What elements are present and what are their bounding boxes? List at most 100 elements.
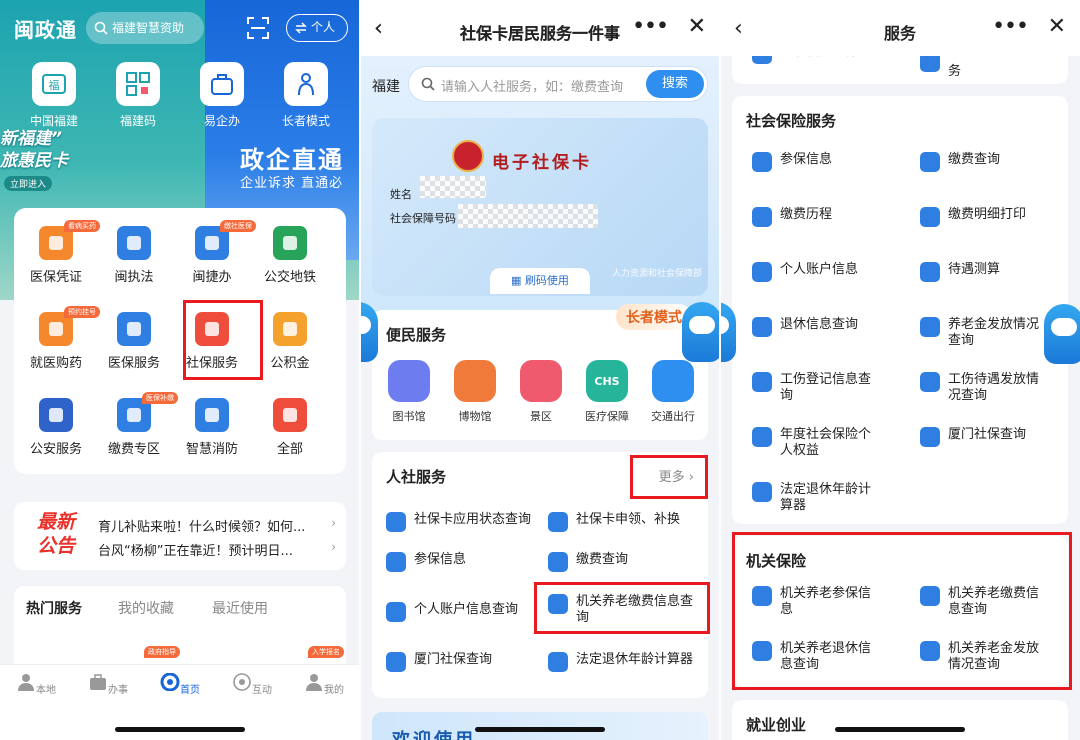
service-label: 务 — [948, 64, 962, 79]
tab-recent[interactable]: 最近使用 — [212, 598, 268, 618]
convenience-item[interactable]: 交通出行 — [640, 360, 706, 424]
service-icon — [386, 552, 406, 572]
convenience-icon — [652, 360, 694, 402]
convenience-icon — [520, 360, 562, 402]
insurance-service-item[interactable]: 工伤登记信息查询 — [752, 372, 872, 404]
chat-icon — [233, 673, 251, 691]
fujian-emblem-icon: 福 — [32, 62, 76, 106]
tab-mine[interactable]: 我的 — [294, 673, 354, 696]
service-icon — [117, 312, 151, 346]
chevron-right-icon: › — [331, 516, 336, 530]
service-grid-item[interactable]: 医保服务 — [94, 312, 174, 371]
insurance-service-item[interactable]: 年度社会保险个人权益 — [752, 427, 872, 459]
insurance-service-item[interactable]: 厦门社保查询 — [920, 427, 1040, 447]
service-grid-item[interactable]: 公交地铁 — [250, 226, 330, 285]
tab-label: 首页 — [180, 685, 200, 696]
tab-home[interactable]: 首页 — [150, 672, 210, 696]
service-label: 工伤登记信息查询 — [780, 372, 872, 403]
masked-id — [458, 204, 598, 228]
insurance-service-item[interactable]: 退休信息查询 — [752, 317, 872, 337]
e-social-security-card[interactable]: 电子社保卡 姓名 社会保障号码 ▦ 刷码使用 人力资源和社会保障部 — [372, 118, 708, 296]
insurance-service-item[interactable]: 缴费查询 — [920, 152, 1040, 172]
briefcase-icon — [90, 674, 106, 690]
search-button[interactable]: 搜索 — [646, 70, 704, 98]
service-grid-item[interactable]: 缴社医保 闽捷办 — [172, 220, 256, 285]
insurance-service-item[interactable]: 养老金发放情况查询 — [920, 317, 1040, 349]
service-grid-item[interactable]: 预约挂号 就医购药 — [16, 306, 100, 371]
close-icon[interactable]: ✕ — [1048, 14, 1066, 39]
tab-hot[interactable]: 热门服务 — [26, 598, 82, 618]
convenience-item[interactable]: 博物馆 — [442, 360, 508, 424]
hot-services-card: 热门服务 我的收藏 最近使用 政府指导 入学报名 — [14, 586, 346, 676]
quick-fujian-code[interactable]: 福建码 — [108, 62, 168, 129]
service-label: 闽执法 — [114, 270, 154, 285]
banner-right-title[interactable]: 政企直通 — [240, 140, 344, 175]
svg-text:福: 福 — [49, 78, 60, 92]
insurance-service-item[interactable]: 缴费明细打印 — [920, 207, 1040, 227]
elder-mode-button[interactable]: 长者模式 — [616, 304, 692, 330]
hr-service-item[interactable]: 厦门社保查询 — [386, 652, 492, 672]
quick-easy-enterprise[interactable]: 易企办 — [192, 62, 252, 129]
hr-service-item[interactable]: 法定退休年龄计算器 — [548, 652, 693, 672]
quick-elder-mode[interactable]: 长者模式 — [276, 62, 336, 129]
social-insurance-section: 社会保险服务 参保信息 缴费查询 缴费历程 缴费明细打印 个人账户信息 待遇测算 退休信息查… — [732, 96, 1068, 524]
banner-right-subtitle: 企业诉求 直通必 — [240, 176, 344, 191]
search-input[interactable]: 请输入人社服务，如：缴费查询 搜索 — [408, 66, 708, 102]
tab-interact[interactable]: 互动 — [222, 673, 282, 696]
insurance-service-item[interactable]: 待遇测算 — [920, 262, 1040, 282]
divider — [359, 0, 361, 740]
service-label: 社保卡申领、补换 — [576, 512, 681, 527]
news-item[interactable]: 育儿补贴来啦！什么时候领？如何... — [98, 516, 328, 535]
tab-favorites[interactable]: 我的收藏 — [118, 598, 174, 618]
service-grid-item[interactable]: 闽执法 — [94, 226, 174, 285]
home-screen: 闽政通 福建智慧资助 个人 福中国福建 福建码 易企办 长者模式 新福建” 旅惠… — [0, 0, 360, 740]
convenience-item[interactable]: 图书馆 — [376, 360, 442, 424]
insurance-service-item[interactable]: 法定退休年龄计算器 — [752, 482, 872, 514]
home-indicator — [835, 727, 965, 732]
tab-affairs[interactable]: 办事 — [78, 673, 138, 696]
home-indicator — [115, 727, 245, 732]
insurance-service-item[interactable]: 工伤待遇发放情况查询 — [920, 372, 1040, 404]
insurance-service-item[interactable]: 个人账户信息 — [752, 262, 872, 282]
tab-local[interactable]: 本地 — [6, 673, 66, 696]
quick-label: 中国福建 — [29, 114, 78, 128]
close-icon[interactable]: ✕ — [688, 14, 706, 39]
search-input[interactable]: 福建智慧资助 — [86, 12, 204, 44]
hr-service-item[interactable]: 社保卡应用状态查询 — [386, 512, 531, 532]
service-grid-item[interactable]: 医保补缴 缴费专区 — [94, 392, 178, 457]
mascot-icon — [682, 302, 720, 362]
more-icon[interactable]: ••• — [632, 14, 669, 39]
service-label: 厦门社保查询 — [948, 427, 1027, 442]
convenience-item[interactable]: CHS 医疗保障 — [574, 360, 640, 424]
service-grid-item[interactable]: 看病买药 医保凭证 — [16, 220, 100, 285]
hr-service-item[interactable]: 个人账户信息查询 — [386, 602, 518, 622]
switch-user-button[interactable]: 个人 — [286, 14, 348, 42]
service-icon — [39, 398, 73, 432]
service-grid-item[interactable]: 全部 — [250, 398, 330, 457]
scan-icon[interactable] — [246, 16, 270, 40]
tab-label: 办事 — [108, 685, 128, 696]
banner-enter-button[interactable]: 立即进入 — [4, 176, 53, 191]
quick-china-fujian[interactable]: 福中国福建 — [24, 62, 84, 129]
hr-service-item[interactable]: 社保卡申领、补换 — [548, 512, 681, 532]
service-label: 工伤待遇发放情况查询 — [948, 372, 1040, 403]
app-logo: 闽政通 — [14, 18, 77, 42]
region-selector[interactable]: 福建 — [372, 76, 400, 96]
scan-code-button[interactable]: ▦ 刷码使用 — [490, 268, 590, 294]
insurance-service-item[interactable]: 缴费历程 — [752, 207, 872, 227]
service-item[interactable]: 务 — [920, 52, 962, 80]
service-label: 参保信息 — [780, 152, 833, 167]
hr-service-item[interactable]: 缴费查询 — [548, 552, 628, 572]
news-item[interactable]: 台风“杨柳”正在靠近！预计明日... — [98, 540, 328, 559]
service-icon — [386, 652, 406, 672]
news-card[interactable]: 最新 公告 育儿补贴来啦！什么时候领？如何... › 台风“杨柳”正在靠近！预计明… — [14, 502, 346, 570]
tab-label: 互动 — [252, 685, 272, 696]
service-grid-item[interactable]: 公安服务 — [16, 398, 96, 457]
insurance-service-item[interactable]: 参保信息 — [752, 152, 872, 172]
convenience-item[interactable]: 景区 — [508, 360, 574, 424]
chevron-right-icon: › — [331, 540, 336, 554]
service-icon — [920, 317, 940, 337]
service-grid-item[interactable]: 智慧消防 — [172, 398, 252, 457]
more-icon[interactable]: ••• — [992, 14, 1029, 39]
hr-service-item[interactable]: 参保信息 — [386, 552, 466, 572]
